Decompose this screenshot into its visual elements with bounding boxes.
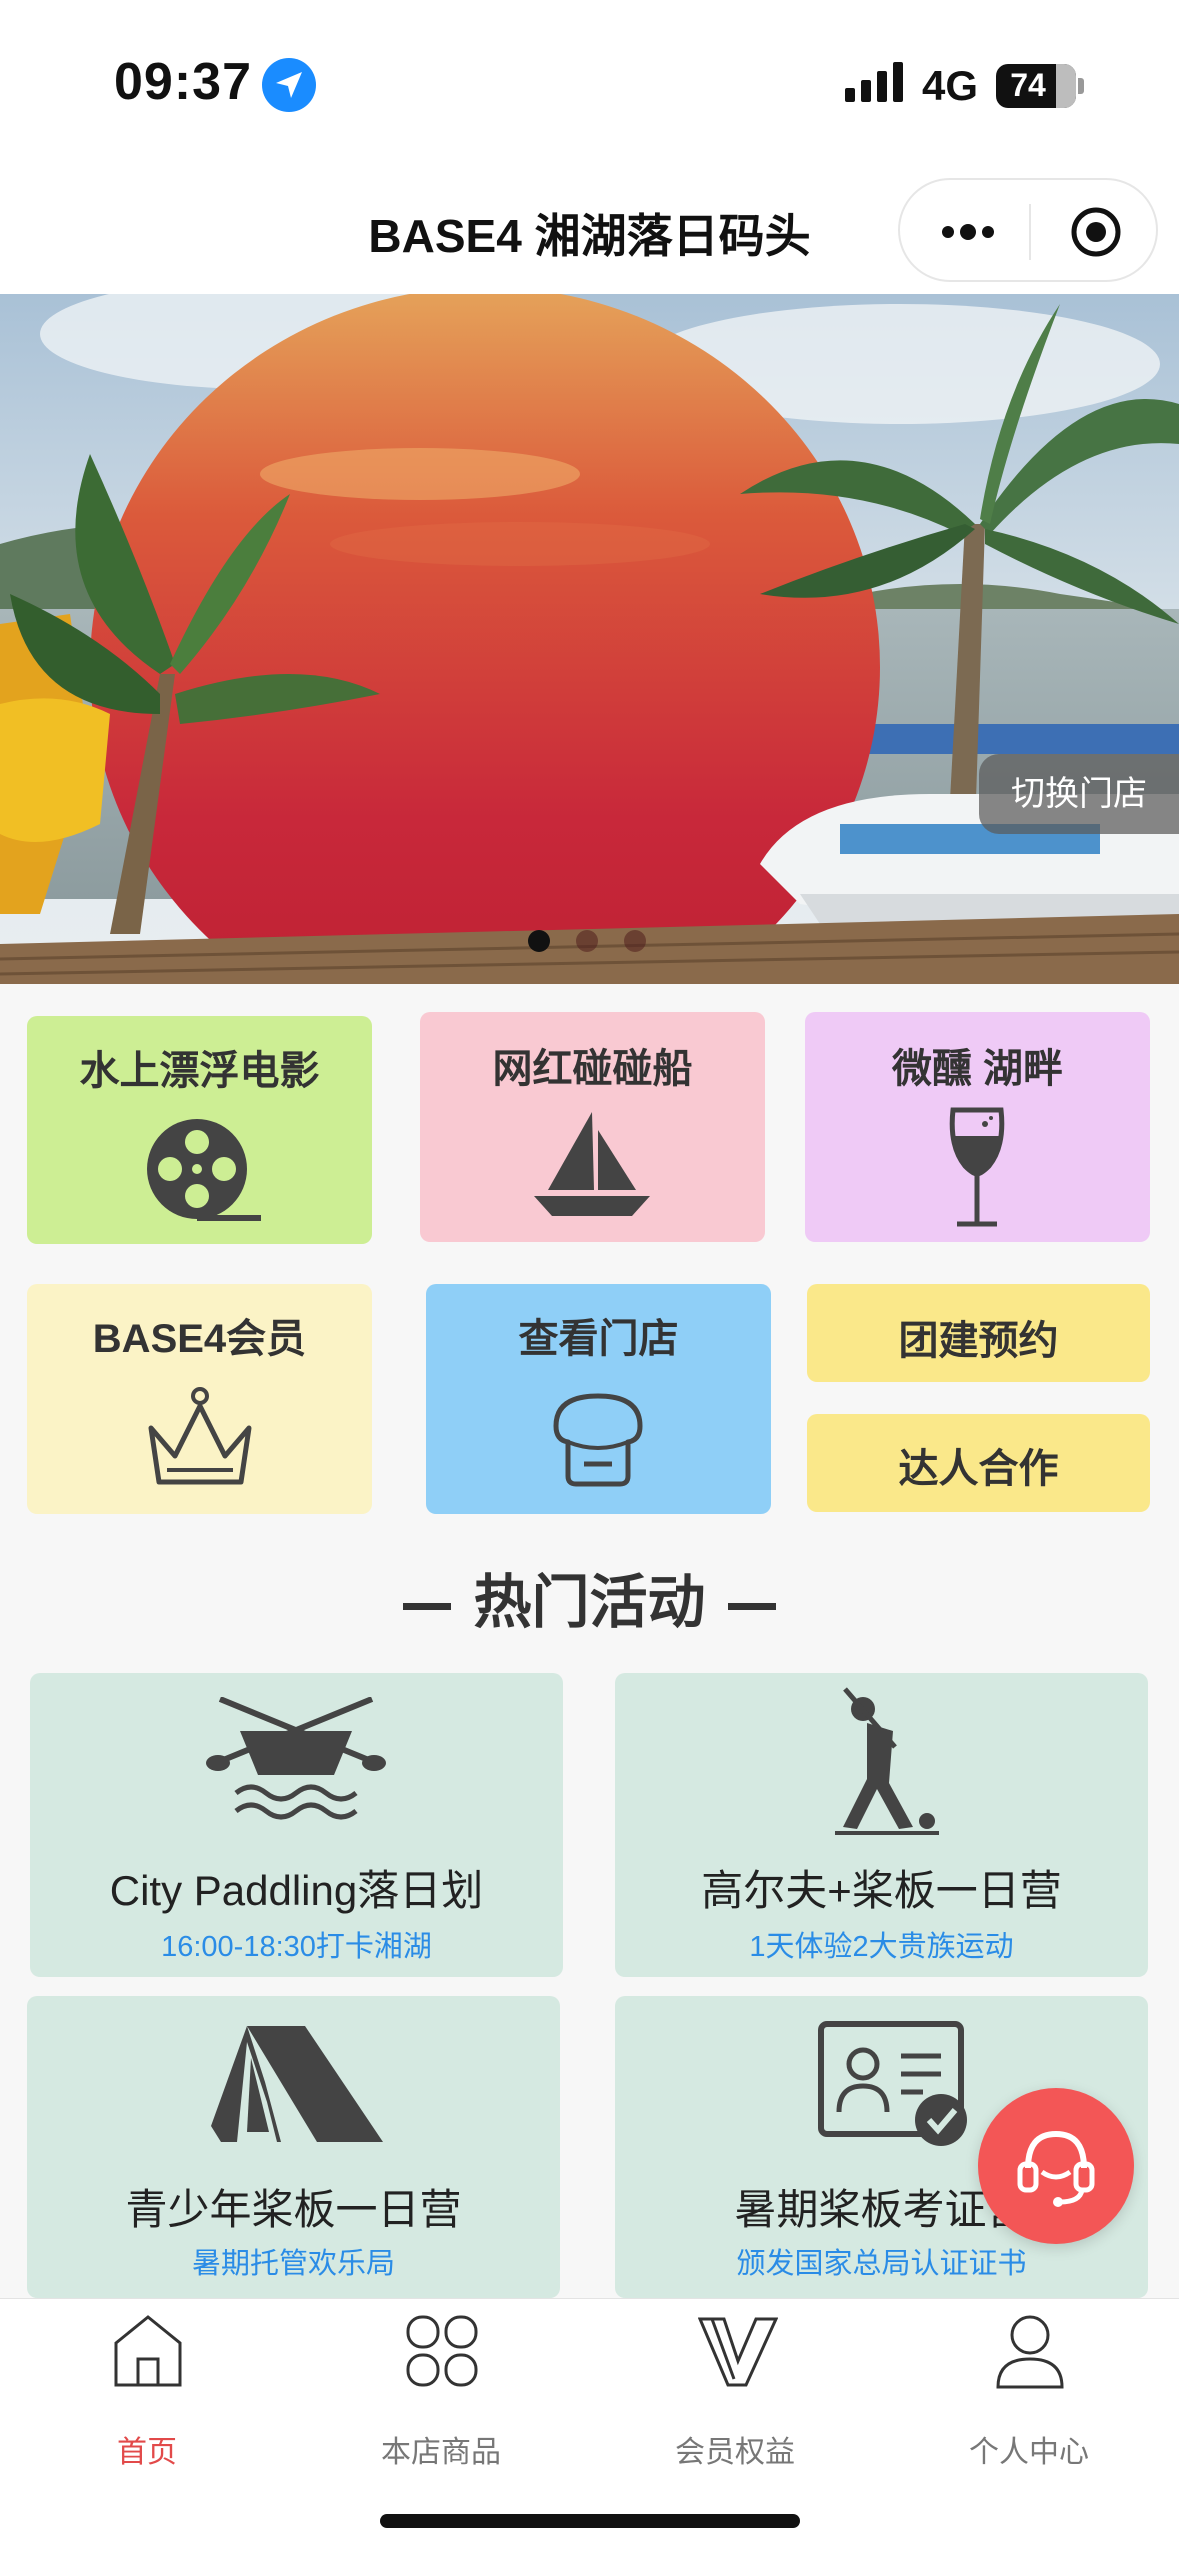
tile-membership[interactable]: BASE4会员 — [27, 1284, 372, 1514]
user-icon — [996, 2315, 1064, 2389]
activity-card[interactable]: 高尔夫+桨板一日营 1天体验2大贵族运动 — [615, 1673, 1148, 1977]
sailboat-icon — [534, 1112, 650, 1216]
activity-subtitle: 16:00-18:30打卡湘湖 — [161, 1931, 432, 1963]
home-icon — [114, 2315, 182, 2387]
activity-subtitle: 暑期托管欢乐局 — [191, 2248, 395, 2280]
tile-influencer-cooperation[interactable]: 达人合作 — [807, 1414, 1150, 1512]
tab-label: 首页 — [117, 2436, 177, 2469]
vip-icon — [698, 2317, 778, 2387]
carousel-dot[interactable] — [624, 930, 646, 952]
battery-icon: 74 — [996, 64, 1076, 108]
location-arrow-icon — [262, 58, 316, 112]
tab-label: 会员权益 — [675, 2436, 795, 2469]
switch-store-button[interactable]: 切换门店 — [979, 754, 1179, 834]
battery-level: 74 — [1010, 67, 1046, 103]
tab-label: 个人中心 — [969, 2436, 1089, 2469]
carousel-indicator — [528, 930, 646, 952]
tab-products[interactable]: 本店商品 — [294, 2299, 588, 2479]
tile-label: 微醺 湖畔 — [891, 1047, 1064, 1091]
activity-subtitle: 1天体验2大贵族运动 — [749, 1931, 1014, 1963]
tile-label: 网红碰碰船 — [492, 1047, 693, 1091]
home-indicator — [380, 2514, 800, 2528]
carousel-dot[interactable] — [576, 930, 598, 952]
status-bar: 09:37 4G 74 — [0, 0, 1179, 170]
golfer-icon — [835, 1687, 939, 1835]
crown-icon — [148, 1387, 252, 1485]
film-reel-icon — [147, 1119, 261, 1221]
tab-label: 本店商品 — [381, 2436, 501, 2469]
network-label: 4G — [922, 62, 979, 109]
tile-bumper-boat[interactable]: 网红碰碰船 — [420, 1012, 765, 1242]
banner-carousel[interactable]: 切换门店 — [0, 294, 1179, 984]
tile-label: 达人合作 — [898, 1447, 1059, 1491]
signal-icon — [845, 62, 903, 102]
section-title-text: 热门活动 — [473, 1570, 706, 1635]
tile-floating-cinema[interactable]: 水上漂浮电影 — [27, 1016, 372, 1244]
tab-home[interactable]: 首页 — [0, 2299, 294, 2479]
tent-icon — [211, 2026, 383, 2142]
section-title: 热门活动 — [0, 1555, 1179, 1639]
target-icon[interactable] — [1068, 204, 1124, 260]
store-icon — [553, 1393, 643, 1487]
activity-title: 高尔夫+桨板一日营 — [701, 1867, 1062, 1914]
paddle-boat-icon — [206, 1697, 386, 1820]
tile-label: 查看门店 — [518, 1317, 679, 1361]
activity-card[interactable]: City Paddling落日划 16:00-18:30打卡湘湖 — [30, 1673, 563, 1977]
grid-icon — [406, 2315, 478, 2387]
mini-program-capsule — [898, 178, 1158, 282]
certificate-icon — [818, 2021, 967, 2146]
wine-glass-icon — [949, 1107, 1005, 1227]
carousel-dot[interactable] — [528, 930, 550, 952]
tile-label: 团建预约 — [898, 1319, 1059, 1363]
status-time: 09:37 — [114, 53, 252, 111]
tile-lakeside-wine[interactable]: 微醺 湖畔 — [805, 1012, 1150, 1242]
customer-service-icon — [1017, 2130, 1095, 2207]
tab-profile[interactable]: 个人中心 — [882, 2299, 1176, 2479]
nav-header: BASE4 湘湖落日码头 — [0, 170, 1179, 294]
activity-title: City Paddling落日划 — [109, 1867, 484, 1914]
tab-member-benefits[interactable]: 会员权益 — [588, 2299, 882, 2479]
tile-label: 水上漂浮电影 — [79, 1049, 320, 1093]
tile-label: BASE4会员 — [92, 1317, 307, 1361]
tile-view-store[interactable]: 查看门店 — [426, 1284, 771, 1514]
tile-team-booking[interactable]: 团建预约 — [807, 1284, 1150, 1382]
customer-service-button[interactable] — [978, 2088, 1134, 2244]
activity-subtitle: 颁发国家总局认证证书 — [736, 2248, 1027, 2280]
more-dots-icon[interactable] — [938, 214, 998, 250]
activity-title: 青少年桨板一日营 — [125, 2186, 462, 2233]
banner-image — [0, 294, 1179, 984]
activity-card[interactable]: 青少年桨板一日营 暑期托管欢乐局 — [27, 1996, 560, 2298]
